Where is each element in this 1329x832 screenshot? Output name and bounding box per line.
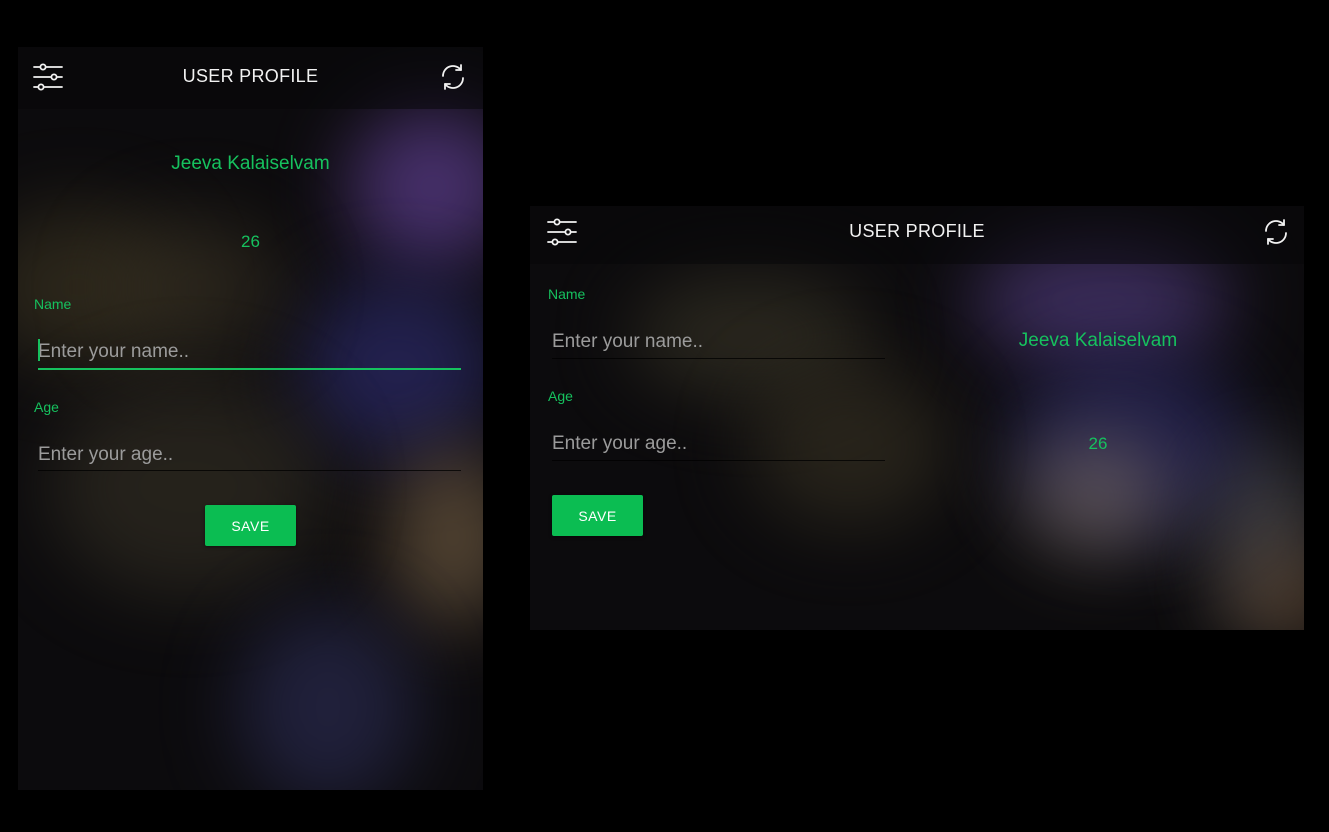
save-button[interactable]: SAVE: [552, 495, 643, 536]
profile-age-display: 26: [1088, 434, 1108, 453]
top-bar: USER PROFILE: [530, 206, 1304, 264]
text-cursor: [38, 339, 40, 361]
name-label: Name: [34, 296, 72, 312]
profile-age-display: 26: [241, 232, 260, 251]
age-label: Age: [34, 399, 59, 415]
refresh-icon[interactable]: [439, 63, 467, 91]
portrait-screen: USER PROFILE Jeeva Kalaiselvam 26 Name A…: [18, 47, 483, 790]
background-blur: [388, 447, 483, 627]
age-label: Age: [548, 388, 573, 404]
background-blur: [48, 377, 328, 597]
refresh-icon[interactable]: [1262, 218, 1290, 246]
name-input[interactable]: [38, 336, 461, 370]
background-blur: [1210, 446, 1304, 630]
age-input[interactable]: [38, 439, 461, 471]
top-bar: USER PROFILE: [18, 47, 483, 109]
background-blur: [238, 607, 418, 790]
age-input[interactable]: [552, 428, 885, 461]
page-title: USER PROFILE: [182, 66, 319, 86]
page-title: USER PROFILE: [849, 221, 985, 241]
landscape-screen: USER PROFILE Name Age SAVE Jeeva Kalaise…: [530, 206, 1304, 630]
profile-name-display: Jeeva Kalaiselvam: [171, 153, 330, 174]
profile-name-display: Jeeva Kalaiselvam: [1018, 330, 1178, 351]
save-button[interactable]: SAVE: [205, 505, 296, 546]
name-label: Name: [548, 286, 586, 302]
background-blur: [1020, 436, 1170, 556]
background-blur: [1230, 546, 1304, 630]
name-input[interactable]: [552, 326, 885, 359]
